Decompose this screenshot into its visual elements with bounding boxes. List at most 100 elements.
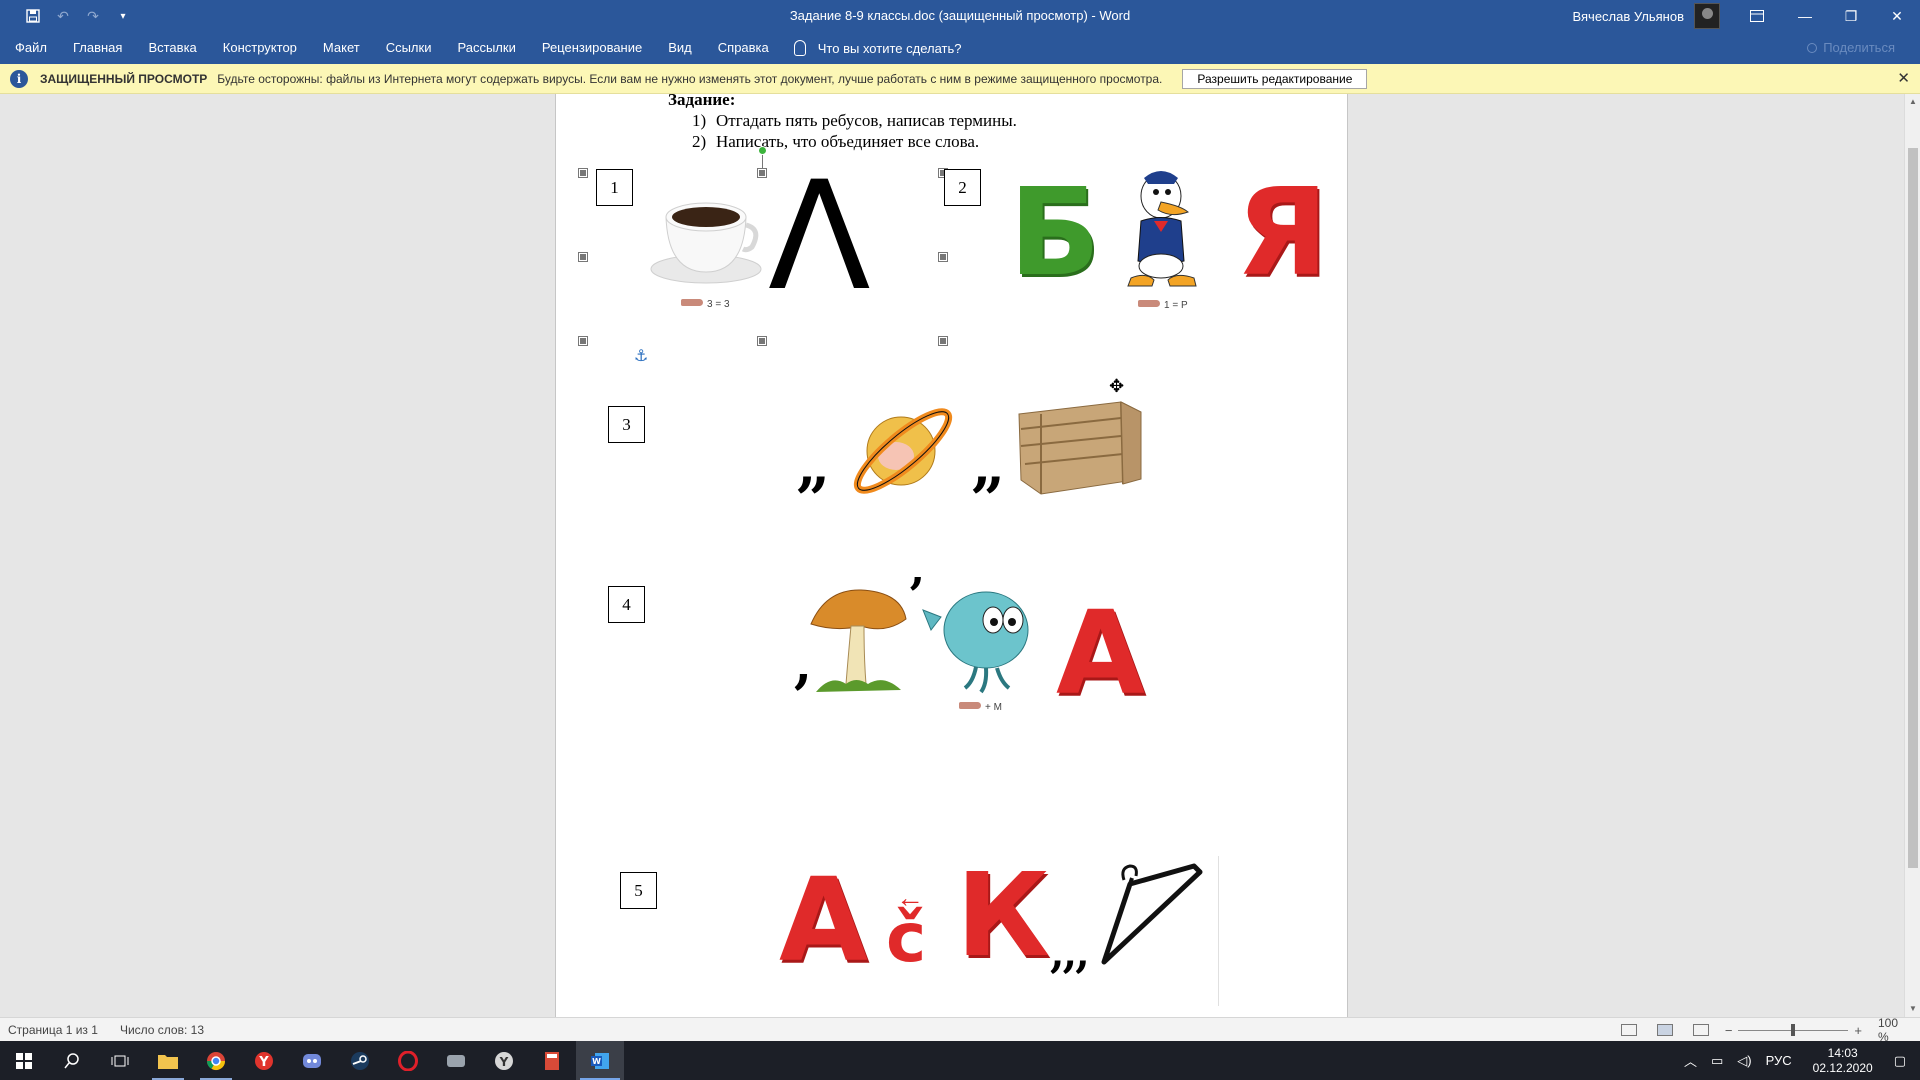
user-account[interactable]: Вячеслав Ульянов	[1572, 0, 1720, 32]
tab-view[interactable]: Вид	[655, 32, 705, 64]
tab-help[interactable]: Справка	[705, 32, 782, 64]
document-page[interactable]: Задание: 1) Отгадать пять ребусов, написа…	[555, 94, 1348, 1017]
enable-editing-button[interactable]: Разрешить редактирование	[1182, 68, 1368, 89]
tab-home[interactable]: Главная	[60, 32, 135, 64]
rebus-commas: „	[796, 431, 831, 501]
clock[interactable]: 14:03 02.12.2020	[1813, 1046, 1873, 1076]
word-icon[interactable]: W	[576, 1041, 624, 1080]
rebus-letter: Λ	[768, 150, 871, 324]
page-count[interactable]: Страница 1 из 1	[8, 1023, 98, 1037]
volume-icon[interactable]: ◁)	[1737, 1053, 1751, 1069]
resize-handle[interactable]	[579, 169, 587, 177]
donald-duck-image	[1127, 171, 1197, 287]
resize-handle[interactable]	[579, 337, 587, 345]
wooden-crate-image	[1018, 401, 1142, 495]
opera-icon[interactable]	[384, 1041, 432, 1080]
rebus-letter: А	[1056, 587, 1146, 721]
tell-me-label: Что вы хотите сделать?	[817, 40, 962, 56]
resize-handle[interactable]	[758, 337, 766, 345]
scroll-up-icon[interactable]: ▲	[1905, 94, 1920, 110]
rebus-number: 2	[944, 169, 981, 206]
chrome-icon[interactable]	[192, 1041, 240, 1080]
task-view-icon[interactable]	[96, 1041, 144, 1080]
task-title: Задание:	[668, 94, 736, 109]
share-label: Поделиться	[1823, 40, 1895, 55]
lightbulb-icon	[793, 40, 806, 56]
task-list: 1) Отгадать пять ребусов, написав термины…	[692, 110, 1017, 152]
tab-design[interactable]: Конструктор	[210, 32, 310, 64]
zoom-level[interactable]: 100 %	[1878, 1016, 1912, 1044]
rebus-commas: „	[971, 431, 1006, 501]
tab-references[interactable]: Ссылки	[373, 32, 445, 64]
tab-layout[interactable]: Макет	[310, 32, 373, 64]
windows-start-icon[interactable]	[0, 1041, 48, 1080]
yandex-disk-icon[interactable]: Y	[480, 1041, 528, 1080]
game-launcher-icon[interactable]	[432, 1041, 480, 1080]
customize-icon[interactable]: ▾	[108, 0, 138, 32]
close-icon[interactable]: ✕	[1874, 0, 1920, 32]
person-icon	[1807, 43, 1818, 53]
web-layout-icon[interactable]	[1692, 1024, 1709, 1036]
tab-review[interactable]: Рецензирование	[529, 32, 655, 64]
redo-icon[interactable]: ↷	[78, 0, 108, 32]
pointing-hand-icon	[959, 702, 981, 709]
rotation-handle[interactable]	[758, 146, 767, 155]
save-icon[interactable]	[18, 0, 48, 32]
restore-icon[interactable]: ❐	[1828, 0, 1874, 32]
clock-time: 14:03	[1827, 1045, 1858, 1060]
minimize-icon[interactable]: —	[1782, 0, 1828, 32]
discord-icon[interactable]	[288, 1041, 336, 1080]
scroll-down-icon[interactable]: ▼	[1905, 1001, 1920, 1017]
steam-icon[interactable]	[336, 1041, 384, 1080]
calculator-icon[interactable]	[528, 1041, 576, 1080]
title-bar: ↶ ↷ ▾ Задание 8-9 классы.doc (защищенный…	[0, 0, 1920, 32]
rebus-hint: 3 = 3	[681, 299, 730, 310]
ribbon-tabs: Файл Главная Вставка Конструктор Макет С…	[0, 32, 1920, 64]
word-count[interactable]: Число слов: 13	[120, 1023, 204, 1037]
scroll-thumb[interactable]	[1908, 148, 1918, 868]
ribbon-display-options-icon[interactable]	[1734, 0, 1780, 32]
close-icon[interactable]: ✕	[1897, 69, 1910, 87]
tab-insert[interactable]: Вставка	[135, 32, 209, 64]
avatar[interactable]	[1694, 3, 1720, 29]
rebus-number: 4	[608, 586, 645, 623]
svg-text:Y: Y	[499, 1055, 509, 1069]
read-mode-icon[interactable]	[1620, 1024, 1637, 1036]
document-area[interactable]: Задание: 1) Отгадать пять ребусов, написа…	[0, 94, 1904, 1017]
zoom-slider[interactable]	[1738, 1023, 1849, 1036]
notifications-icon[interactable]: ▢	[1894, 1053, 1906, 1069]
rebus-number: 3	[608, 406, 645, 443]
chevron-up-icon[interactable]: ︿	[1684, 1051, 1697, 1070]
tab-file[interactable]: Файл	[0, 32, 60, 64]
share-button[interactable]: Поделиться	[1807, 32, 1895, 64]
file-explorer-icon[interactable]	[144, 1041, 192, 1080]
tab-mailings[interactable]: Рассылки	[444, 32, 528, 64]
rotation-line	[762, 154, 763, 170]
search-icon[interactable]	[48, 1041, 96, 1080]
zoom-in-icon[interactable]: +	[1854, 1023, 1862, 1038]
vertical-scrollbar[interactable]: ▲ ▼	[1904, 94, 1920, 1017]
task-item: 1) Отгадать пять ребусов, написав термины…	[692, 111, 1017, 130]
rebus-hint: + М	[959, 702, 1002, 713]
resize-handle[interactable]	[579, 253, 587, 261]
print-layout-icon[interactable]	[1656, 1024, 1673, 1036]
yandex-browser-icon[interactable]: Y	[240, 1041, 288, 1080]
svg-text:Y: Y	[258, 1055, 269, 1070]
resize-handle[interactable]	[939, 253, 947, 261]
svg-text:W: W	[592, 1057, 601, 1066]
tell-me-search[interactable]: Что вы хотите сделать?	[782, 40, 962, 56]
undo-icon[interactable]: ↶	[48, 0, 78, 32]
zoom-out-icon[interactable]: −	[1725, 1023, 1733, 1038]
cartoon-whale-image	[922, 591, 1029, 694]
coffee-cup-image	[650, 202, 762, 284]
resize-handle[interactable]	[939, 337, 947, 345]
system-tray: ︿ ▭ ◁) РУС 14:03 02.12.2020 ▢	[1677, 1041, 1920, 1080]
resize-handle[interactable]	[758, 169, 766, 177]
quick-access-toolbar: ↶ ↷ ▾	[0, 0, 138, 32]
rebus-letter: А	[779, 854, 869, 988]
coat-hanger-image	[1101, 863, 1203, 965]
language-indicator[interactable]: РУС	[1766, 1053, 1792, 1068]
network-icon[interactable]: ▭	[1711, 1053, 1723, 1069]
zoom-slider-thumb[interactable]	[1791, 1023, 1796, 1036]
pointing-hand-icon	[1138, 300, 1160, 307]
